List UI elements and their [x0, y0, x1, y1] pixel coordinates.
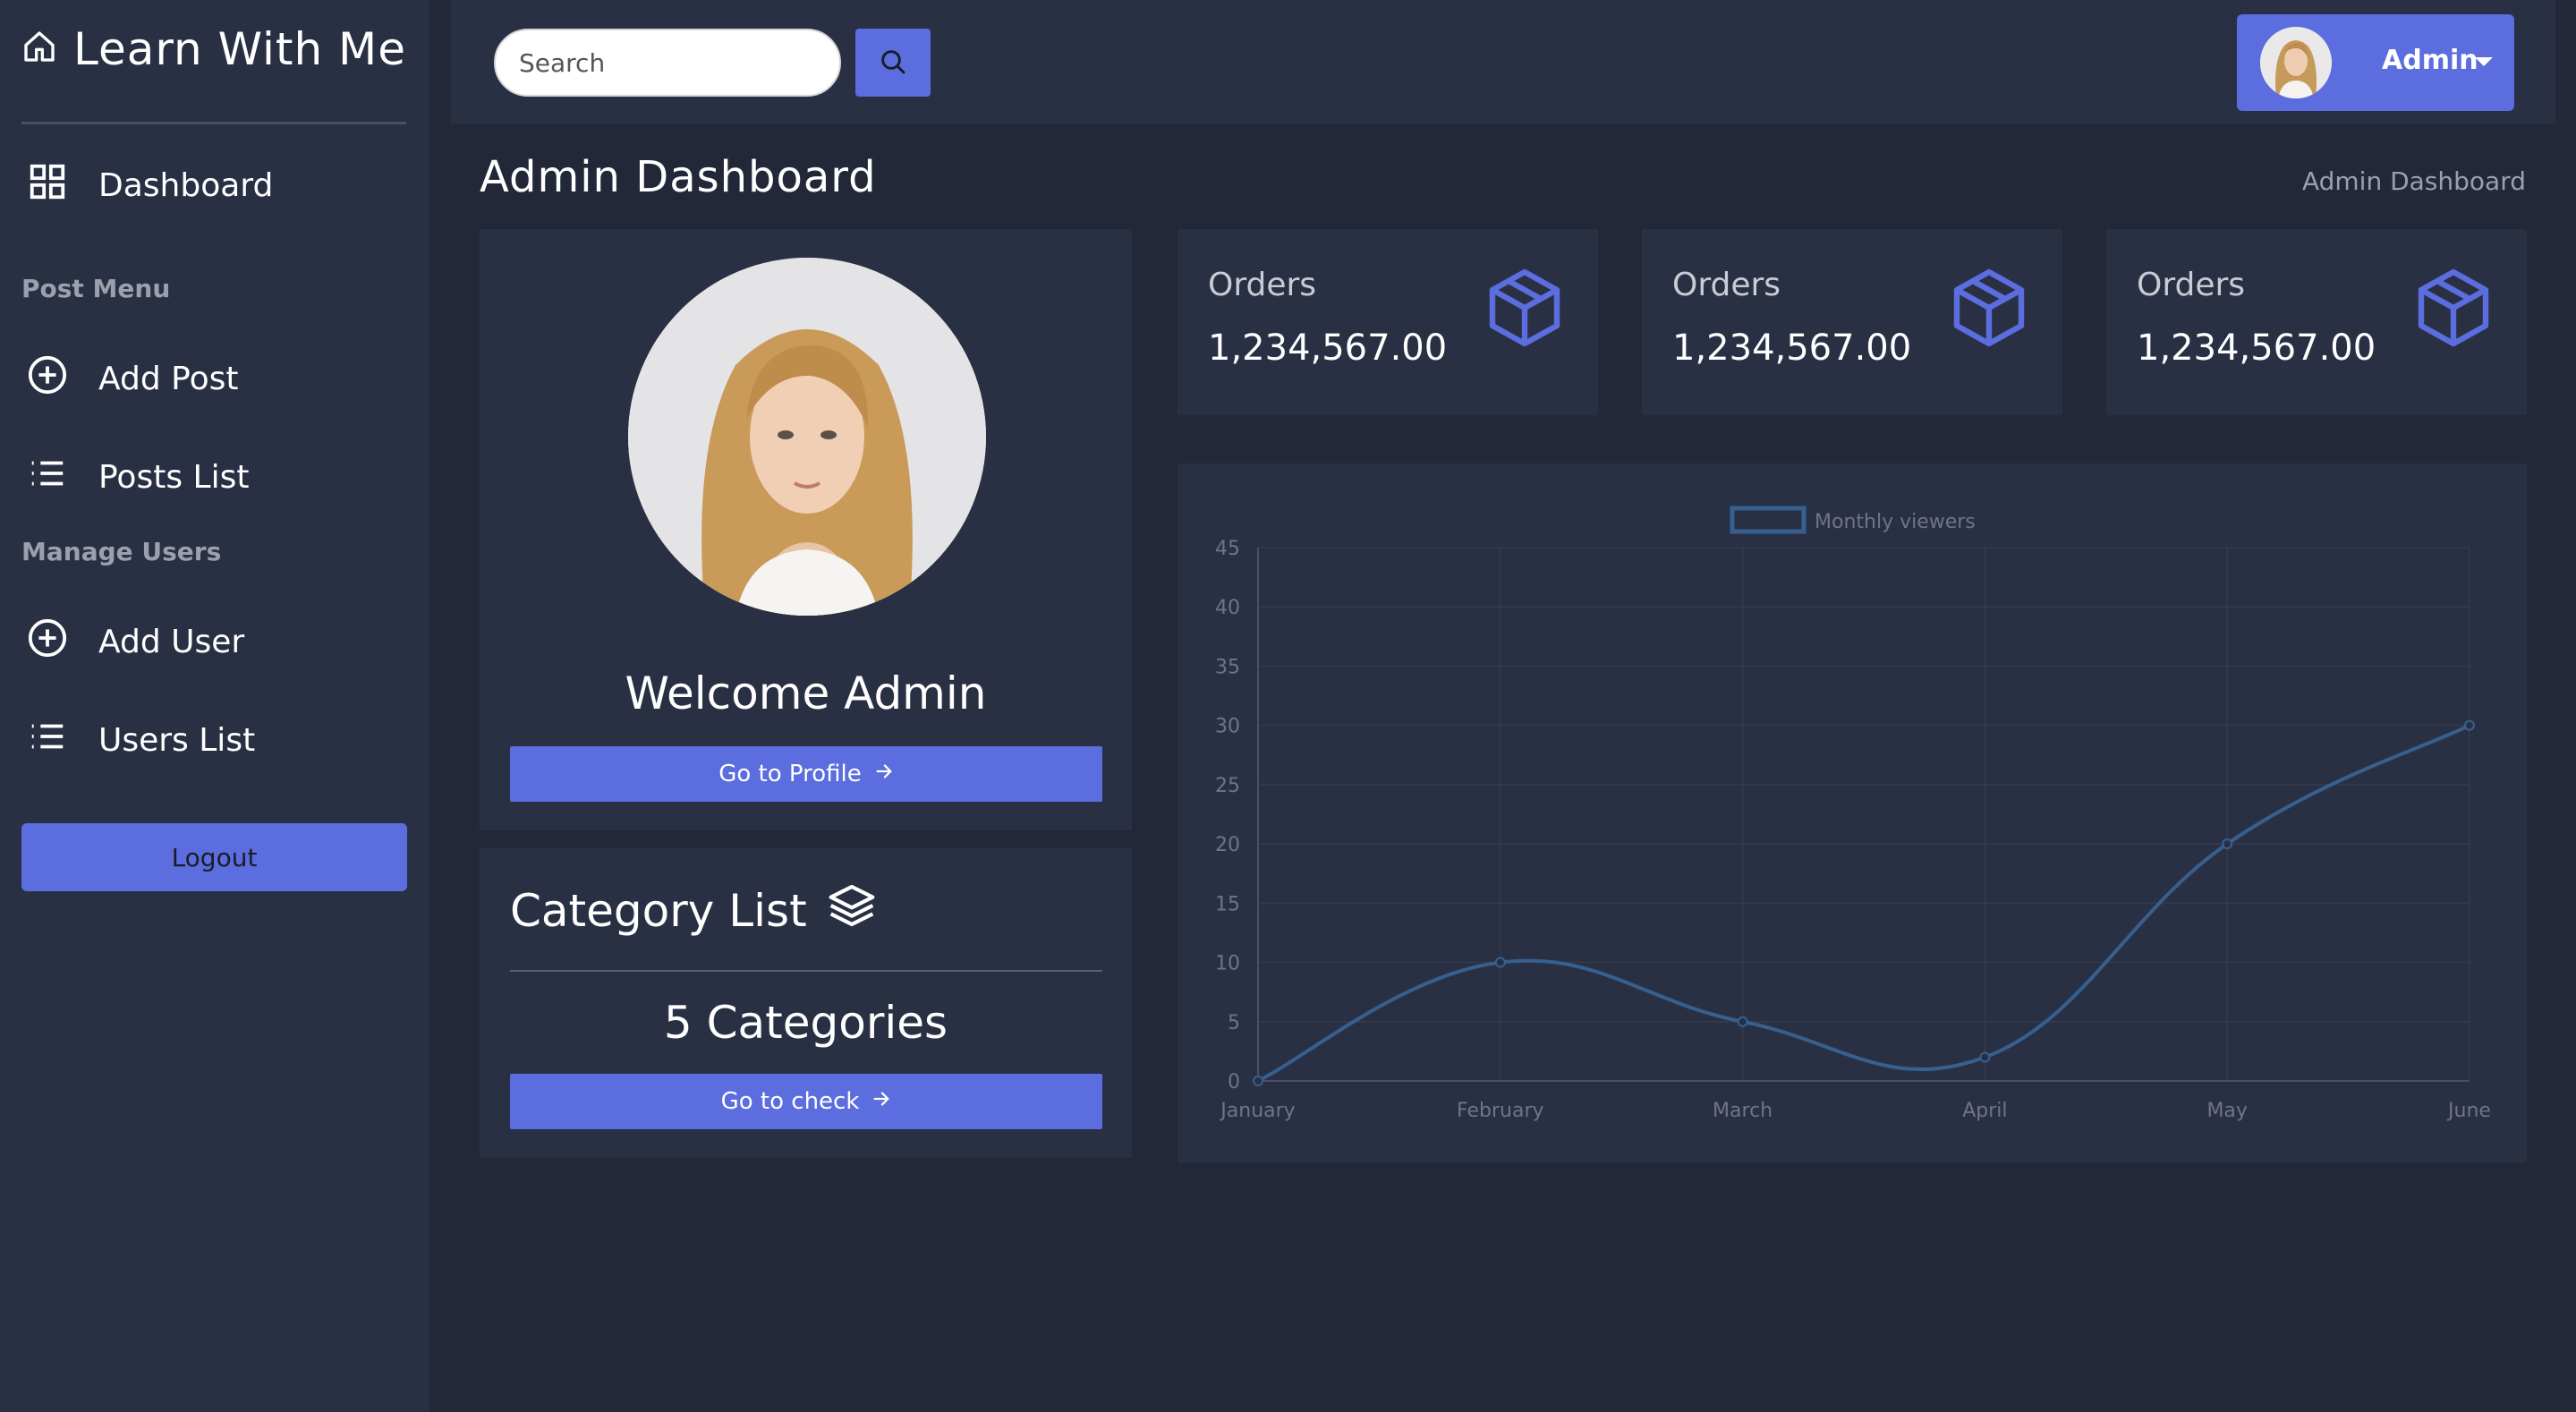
home-icon	[21, 23, 57, 75]
topbar: Admin	[451, 0, 2555, 123]
y-tick-label: 45	[1215, 538, 1240, 560]
data-point	[1494, 957, 1506, 968]
layers-icon	[827, 880, 877, 941]
sidebar-item-add-post[interactable]: Add Post	[27, 354, 238, 404]
button-label: Go to check	[720, 1088, 860, 1115]
go-to-profile-button[interactable]: Go to Profile	[510, 746, 1102, 802]
x-tick-label: March	[1713, 1100, 1773, 1122]
category-title-text: Category List	[510, 885, 807, 937]
sidebar-item-users-list[interactable]: Users List	[27, 716, 255, 765]
grid-icon	[27, 161, 68, 210]
chart-card: 0 5 10 15 20 25 30 35 40 45 January February March Ap…	[1177, 464, 2527, 1163]
sidebar-item-label: Dashboard	[98, 167, 274, 204]
x-tick-label: June	[2446, 1100, 2491, 1122]
stat-value: 1,234,567.00	[2137, 327, 2376, 369]
logout-button[interactable]: Logout	[21, 823, 407, 891]
y-tick-label: 25	[1215, 775, 1240, 797]
stat-card-orders: Orders 1,234,567.00	[1177, 229, 1598, 415]
sidebar-item-posts-list[interactable]: Posts List	[27, 453, 249, 502]
stat-card-orders: Orders 1,234,567.00	[2106, 229, 2527, 415]
line-chart: 0 5 10 15 20 25 30 35 40 45 January February March Ap…	[1215, 506, 2491, 1122]
stat-value: 1,234,567.00	[1208, 327, 1448, 369]
y-tick-label: 30	[1215, 716, 1240, 738]
button-label: Go to Profile	[718, 761, 862, 787]
legend-label: Monthly viewers	[1815, 511, 1976, 533]
sidebar: Learn With Me Dashboard Post Menu Add Po…	[0, 0, 429, 1412]
plus-circle-icon	[27, 354, 68, 404]
data-point	[2464, 719, 2475, 731]
y-tick-label: 5	[1228, 1012, 1240, 1034]
stat-value: 1,234,567.00	[1672, 327, 1912, 369]
user-name: Admin	[2382, 45, 2478, 76]
avatar	[2260, 27, 2332, 98]
box-icon	[2410, 265, 2496, 351]
x-tick-label: May	[2206, 1100, 2247, 1122]
sidebar-item-label: Users List	[98, 722, 256, 759]
sidebar-item-label: Add Post	[98, 361, 239, 397]
nav-section-users: Manage Users	[21, 537, 222, 566]
stat-card-orders: Orders 1,234,567.00	[1642, 229, 2062, 415]
user-menu-dropdown[interactable]: Admin	[2237, 14, 2514, 111]
y-tick-label: 10	[1215, 953, 1240, 975]
category-count: 5 Categories	[663, 997, 948, 1049]
nav-section-posts: Post Menu	[21, 274, 171, 303]
category-title: Category List	[510, 880, 877, 941]
list-icon	[27, 453, 68, 502]
y-tick-label: 40	[1215, 597, 1240, 619]
arrow-right-icon	[871, 1088, 891, 1115]
y-tick-label: 20	[1215, 834, 1240, 856]
breadcrumb[interactable]: Admin Dashboard	[2302, 166, 2526, 196]
box-icon	[1946, 265, 2032, 351]
x-tick-label: February	[1457, 1100, 1544, 1122]
y-tick-label: 0	[1228, 1071, 1240, 1093]
list-icon	[27, 716, 68, 765]
data-point	[2222, 838, 2233, 850]
y-tick-label: 35	[1215, 656, 1240, 678]
search-button[interactable]	[855, 29, 931, 97]
page-title: Admin Dashboard	[480, 152, 877, 202]
data-point	[1737, 1016, 1748, 1027]
box-icon	[1482, 265, 1568, 351]
legend-swatch	[1730, 506, 1807, 534]
stat-label: Orders	[1208, 267, 1317, 303]
sidebar-item-label: Add User	[98, 624, 245, 660]
sidebar-item-add-user[interactable]: Add User	[27, 617, 244, 667]
profile-card: Welcome Admin Go to Profile	[480, 229, 1132, 830]
y-tick-label: 15	[1215, 893, 1240, 915]
category-divider	[510, 970, 1102, 972]
stat-label: Orders	[2137, 267, 2246, 303]
data-point	[1253, 1076, 1263, 1086]
search-icon	[879, 47, 907, 79]
sidebar-item-label: Posts List	[98, 459, 250, 496]
search-input[interactable]	[494, 29, 841, 97]
go-to-check-button[interactable]: Go to check	[510, 1074, 1102, 1129]
category-card: Category List 5 Categories Go to check	[480, 848, 1132, 1158]
arrow-right-icon	[874, 761, 894, 787]
brand-name: Learn With Me	[73, 23, 406, 75]
brand[interactable]: Learn With Me	[21, 23, 406, 75]
data-point	[1979, 1051, 1991, 1063]
profile-picture	[628, 258, 986, 616]
x-tick-label: January	[1219, 1100, 1295, 1122]
plus-circle-icon	[27, 617, 68, 667]
stat-label: Orders	[1672, 267, 1781, 303]
sidebar-item-dashboard[interactable]: Dashboard	[27, 161, 273, 210]
x-tick-label: April	[1962, 1100, 2007, 1122]
welcome-message: Welcome Admin	[625, 668, 987, 719]
caret-down-icon	[2475, 57, 2493, 66]
brand-divider	[21, 122, 406, 124]
